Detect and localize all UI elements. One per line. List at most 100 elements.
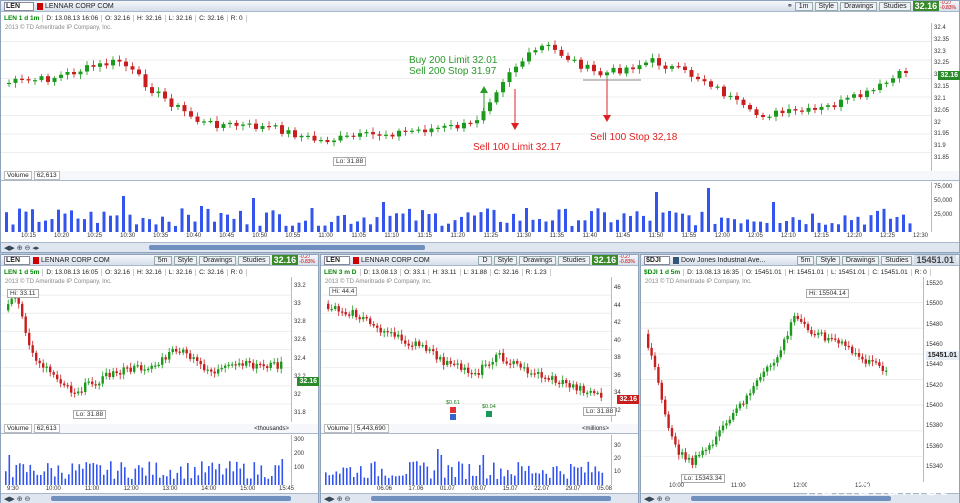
studies-button[interactable]: Studies	[238, 255, 270, 265]
volume-bar	[180, 466, 182, 485]
candle	[586, 392, 589, 394]
symbol-input[interactable]: $DJI	[644, 255, 670, 265]
volume-bar	[63, 213, 67, 232]
candle	[650, 58, 655, 63]
y-tick-label: 33.2	[294, 283, 306, 289]
drawings-button[interactable]: Drawings	[841, 255, 880, 265]
candle	[117, 59, 122, 62]
volume-bar	[257, 474, 259, 485]
zoom-icons[interactable]: ◀▶ ⊕ ⊖	[4, 495, 30, 503]
interval-button[interactable]: 1m	[794, 1, 813, 11]
studies-button[interactable]: Studies	[558, 255, 590, 265]
volume-bar	[811, 213, 814, 232]
candle	[520, 61, 525, 67]
dividend-marker-1: $0.61	[446, 400, 460, 420]
volume-bar	[70, 210, 73, 232]
volume-bar	[419, 465, 422, 485]
candle	[644, 62, 648, 66]
volume-bar	[460, 216, 463, 232]
x-tick-label: 10:55	[285, 233, 301, 239]
candle	[91, 65, 96, 67]
volume-bar	[339, 473, 341, 485]
candle	[509, 363, 512, 365]
candle	[203, 364, 206, 371]
symbol-input[interactable]: LEN	[4, 255, 30, 265]
volume-bar	[700, 211, 704, 232]
symbol-input[interactable]: LEN	[4, 1, 34, 11]
x-tick-label: 11:30	[516, 233, 532, 239]
candle	[631, 67, 635, 70]
volume-bar	[213, 221, 216, 232]
volume-bar	[496, 478, 499, 485]
volume-bar	[167, 221, 171, 232]
volume-bar	[193, 221, 197, 232]
zoom-icons[interactable]: ◀▶ ⊕ ⊖	[324, 495, 350, 503]
drawings-button[interactable]: Drawings	[519, 255, 557, 265]
interval-button[interactable]: 5m	[153, 255, 172, 265]
volume-bar	[109, 215, 112, 232]
volume-bar	[395, 476, 397, 485]
volume-bar	[5, 212, 8, 232]
volume-bar	[83, 219, 86, 232]
candle	[660, 382, 663, 400]
volume-bar	[194, 466, 196, 485]
candle	[547, 378, 550, 380]
volume-bar	[869, 215, 873, 232]
volume-bar	[106, 469, 109, 485]
candle	[202, 121, 206, 123]
scroll-thumb[interactable]	[149, 245, 425, 250]
candle	[728, 95, 733, 98]
studies-button[interactable]: Studies	[881, 255, 913, 265]
candle	[789, 322, 793, 336]
volume-bar	[362, 217, 366, 232]
bm-scrollbar[interactable]: ◀▶ ⊕ ⊖	[321, 493, 638, 503]
drawings-button[interactable]: Drawings	[199, 255, 237, 265]
zoom-icons[interactable]: ◀▶ ⊕ ⊖	[644, 495, 670, 503]
link-icon[interactable]: ⚭	[787, 2, 793, 10]
ohlc-field: O: 32.16	[105, 14, 135, 22]
symbol-input[interactable]: LEN	[324, 255, 350, 265]
dividend-icon	[485, 411, 492, 417]
volume-bar	[798, 219, 801, 232]
y-tick-label: 15480	[926, 321, 943, 328]
bl-scrollbar[interactable]: ◀▶ ⊕ ⊖	[1, 493, 318, 503]
volume-bar	[388, 477, 390, 485]
candle	[124, 61, 128, 67]
candle	[559, 49, 564, 56]
interval-button[interactable]: 5m	[796, 255, 815, 265]
candle	[704, 449, 708, 452]
candle	[260, 126, 265, 129]
zoom-icons[interactable]: ◀▶ ⊕ ⊖ ◂▸	[4, 244, 39, 252]
candle	[26, 79, 31, 81]
volume-bar	[426, 466, 429, 485]
scroll-thumb[interactable]	[371, 496, 611, 501]
volume-bar	[29, 464, 32, 485]
candle	[823, 332, 827, 341]
br-price-chart[interactable]	[641, 277, 923, 482]
x-tick-label: 29.07	[565, 486, 581, 492]
scroll-thumb[interactable]	[51, 496, 291, 501]
candle	[332, 140, 336, 143]
bl-price-chart[interactable]	[1, 277, 291, 422]
volume-bar	[492, 209, 496, 232]
style-button[interactable]: Style	[493, 255, 518, 265]
studies-button[interactable]: Studies	[879, 1, 911, 11]
volume-bar	[598, 471, 600, 485]
volume-bar	[64, 478, 67, 485]
style-button[interactable]: Style	[816, 255, 840, 265]
volume-bar	[482, 455, 485, 485]
interval-button[interactable]: D	[478, 255, 492, 265]
drawings-button[interactable]: Drawings	[840, 1, 878, 11]
ohlc-field: H: 32.16	[137, 268, 166, 276]
x-tick-label: 11:40	[582, 233, 598, 239]
top-scrollbar[interactable]: ◀▶ ⊕ ⊖ ◂▸	[1, 242, 959, 252]
candle	[52, 77, 57, 82]
x-tick-label: 11:00	[731, 483, 746, 489]
style-button[interactable]: Style	[173, 255, 198, 265]
top-price-chart[interactable]	[1, 23, 931, 171]
candle	[299, 135, 304, 138]
volume-bar	[475, 475, 478, 485]
bm-price-chart[interactable]	[321, 277, 611, 422]
candle	[533, 50, 538, 53]
style-button[interactable]: Style	[814, 1, 839, 11]
